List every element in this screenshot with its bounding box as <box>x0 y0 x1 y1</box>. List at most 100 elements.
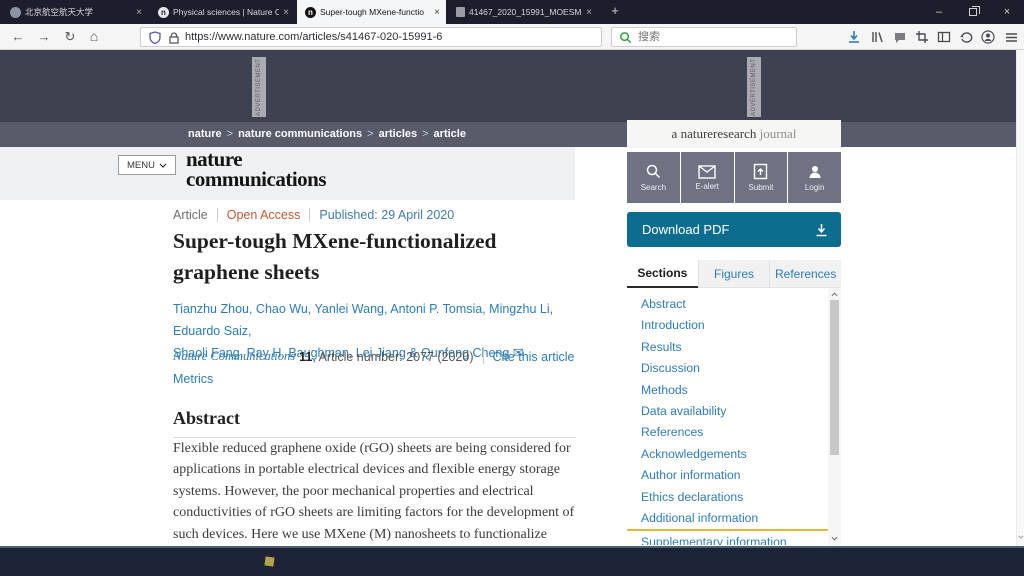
search-bar[interactable] <box>611 27 797 47</box>
section-link-introduction[interactable]: Introduction <box>641 315 821 336</box>
tab-title: 北京航空航天大学 <box>25 6 132 18</box>
tab-close-icon[interactable]: × <box>283 7 289 18</box>
sections-scrollbar[interactable] <box>828 288 841 545</box>
open-access-label[interactable]: Open Access <box>227 208 301 222</box>
download-pdf-button[interactable]: Download PDF <box>627 212 841 247</box>
minimize-button[interactable]: – <box>922 0 956 24</box>
downloads-icon[interactable] <box>845 28 863 46</box>
section-link-results[interactable]: Results <box>641 337 821 358</box>
divider <box>483 350 484 364</box>
section-link-abstract[interactable]: Abstract <box>641 294 821 315</box>
section-link-additional-information[interactable]: Additional information <box>641 508 821 529</box>
screenshot-crop-icon[interactable] <box>913 28 931 46</box>
tab-figures[interactable]: Figures <box>698 260 770 288</box>
scroll-down-icon[interactable] <box>828 533 841 544</box>
article-meta-line: Article Open Access Published: 29 April … <box>173 208 454 222</box>
metrics-link[interactable]: Metrics <box>173 372 213 386</box>
scrollbar-thumb[interactable] <box>830 300 839 455</box>
reload-button[interactable]: ↻ <box>60 24 80 50</box>
submit-document-icon <box>753 163 768 180</box>
undo-icon[interactable] <box>957 28 975 46</box>
url-bar[interactable]: ⋯ ☆ <box>140 27 602 47</box>
close-button[interactable]: × <box>990 0 1024 24</box>
browser-tab-buaa[interactable]: 北京航空航天大学 × <box>2 0 148 24</box>
download-icon <box>815 223 828 237</box>
tab-references[interactable]: References <box>769 260 841 288</box>
breadcrumb-item-article[interactable]: article <box>434 128 466 140</box>
account-icon[interactable] <box>979 28 997 46</box>
tab-close-icon[interactable]: × <box>136 7 142 18</box>
tab-close-icon[interactable]: × <box>434 7 440 18</box>
section-link-acknowledgements[interactable]: Acknowledgements <box>641 444 821 465</box>
browser-titlebar: 北京航空航天大学 × n Physical sciences | Nature … <box>0 0 1024 24</box>
abstract-line: systems. However, the poor mechanical pr… <box>173 481 593 502</box>
forward-button[interactable]: → <box>34 24 54 50</box>
home-button[interactable]: ⌂ <box>84 24 104 50</box>
button-label: E-alert <box>695 182 719 191</box>
tab-title: Super-tough MXene-functio <box>320 7 430 17</box>
library-icon[interactable] <box>868 28 886 46</box>
download-pdf-label: Download PDF <box>642 222 729 237</box>
section-link-supplementary-information[interactable]: Supplementary information <box>641 532 821 545</box>
breadcrumb: nature>nature communications>articles>ar… <box>188 128 466 140</box>
tab-title: Physical sciences | Nature Co <box>173 7 279 17</box>
search-input[interactable] <box>638 28 788 46</box>
natureresearch-journal-tag: a natureresearch journal <box>627 120 841 148</box>
section-link-discussion[interactable]: Discussion <box>641 358 821 379</box>
authors-line1[interactable]: Tianzhu Zhou, Chao Wu, Yanlei Wang, Anto… <box>173 298 593 342</box>
volume-number: 11 <box>299 350 312 364</box>
abstract-line: such devices. Here we use MXene (M) nano… <box>173 524 593 545</box>
sidebar-toggle-icon[interactable] <box>935 28 953 46</box>
section-link-ethics-declarations[interactable]: Ethics declarations <box>641 487 821 508</box>
article-type-label: Article <box>173 208 208 222</box>
section-link-methods[interactable]: Methods <box>641 380 821 401</box>
section-link-references[interactable]: References <box>641 422 821 443</box>
section-link-data-availability[interactable]: Data availability <box>641 401 821 422</box>
abstract-heading: Abstract <box>173 408 240 429</box>
section-link-author-information[interactable]: Author information <box>641 465 821 486</box>
restore-button[interactable] <box>956 0 990 24</box>
menu-hamburger-icon[interactable] <box>1002 28 1020 46</box>
divider <box>309 208 310 222</box>
person-icon <box>807 164 823 180</box>
lock-icon[interactable] <box>166 30 182 46</box>
tab-close-icon[interactable]: × <box>586 7 592 18</box>
search-button[interactable]: Search <box>627 152 680 203</box>
login-button[interactable]: Login <box>788 152 841 203</box>
browser-toolbar: ← → ↻ ⌂ ⋯ ☆ <box>0 24 1024 50</box>
e-alert-button[interactable]: E-alert <box>681 152 734 203</box>
tab-sections[interactable]: Sections <box>627 260 698 288</box>
citation-line: Nature Communications 11 , Article numbe… <box>173 349 575 364</box>
envelope-icon <box>698 165 716 179</box>
logo-line2: communications <box>186 169 326 189</box>
browser-tab-physical-sciences[interactable]: n Physical sciences | Nature Co × <box>150 0 295 24</box>
tracking-shield-icon[interactable] <box>147 30 163 46</box>
page-scroll-down-icon[interactable] <box>1017 531 1024 542</box>
globe-favicon-icon <box>10 7 21 18</box>
logo-line1: nature <box>186 149 326 169</box>
desktop-strip <box>0 548 1024 576</box>
page-scrollbar[interactable] <box>1016 50 1024 546</box>
cite-this-article-link[interactable]: Cite this article <box>493 350 575 364</box>
browser-tab-moesm-file[interactable]: 41467_2020_15991_MOESM × <box>448 0 598 24</box>
journal-logo[interactable]: nature communications <box>186 149 326 189</box>
url-input[interactable] <box>185 28 515 46</box>
messages-icon[interactable] <box>891 28 909 46</box>
webpage-viewport: ADVERTISEMENT ADVERTISEMENT nature>natur… <box>0 50 1024 546</box>
browser-tab-active-article[interactable]: n Super-tough MXene-functio × <box>297 0 446 24</box>
breadcrumb-item-journal[interactable]: nature communications <box>238 128 362 140</box>
nature-favicon-icon: n <box>305 7 316 18</box>
button-label: Submit <box>748 183 773 192</box>
back-button[interactable]: ← <box>8 24 28 50</box>
journal-name-link[interactable]: Nature Communications <box>173 349 295 364</box>
search-icon <box>645 163 662 180</box>
new-tab-button[interactable]: + <box>604 0 626 24</box>
breadcrumb-item-nature[interactable]: nature <box>188 128 222 140</box>
menu-button[interactable]: MENU <box>118 155 176 175</box>
breadcrumb-item-articles[interactable]: articles <box>379 128 418 140</box>
scroll-up-icon[interactable] <box>828 289 841 300</box>
menu-label: MENU <box>127 160 155 171</box>
published-date: Published: 29 April 2020 <box>319 208 454 222</box>
search-engine-icon[interactable] <box>618 30 634 46</box>
submit-button[interactable]: Submit <box>735 152 788 203</box>
